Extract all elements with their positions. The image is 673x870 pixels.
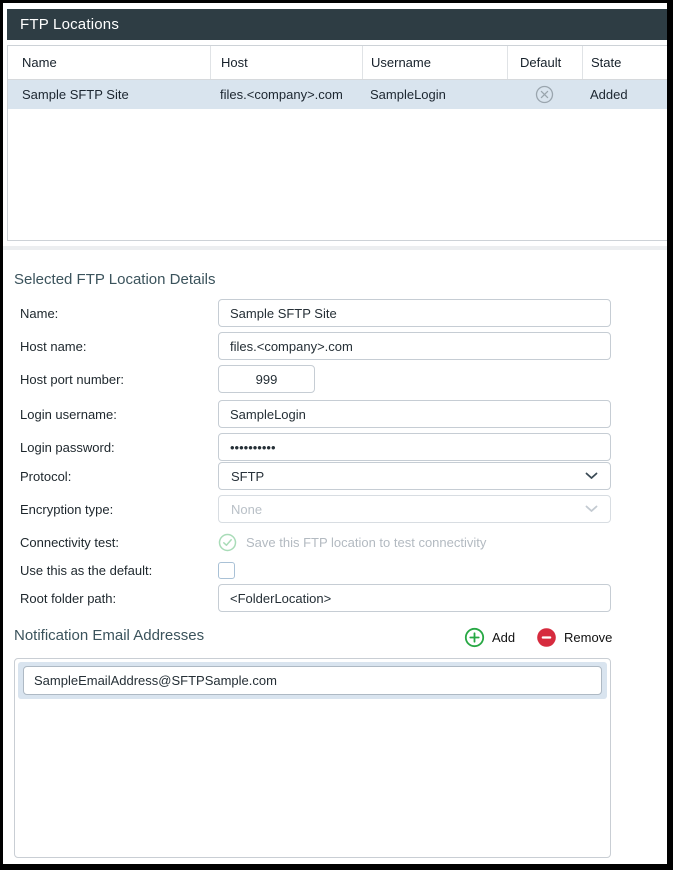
host-port-label: Host port number: (3, 372, 218, 387)
row-cell-host: files.<company>.com (210, 80, 362, 109)
host-name-input[interactable] (218, 332, 611, 360)
port-field-row: Host port number: (3, 365, 667, 393)
row-cell-default (507, 80, 582, 109)
column-header-state: State (582, 46, 667, 79)
column-header-name: Name (8, 46, 210, 79)
add-email-button[interactable]: Add (464, 626, 515, 648)
ftp-locations-table: Name Host Username Default State Sample … (7, 45, 667, 241)
add-button-label: Add (492, 630, 515, 645)
column-header-default: Default (507, 46, 582, 79)
circle-x-icon (535, 85, 554, 104)
encryption-selected-value: None (231, 502, 262, 517)
use-default-checkbox[interactable] (218, 562, 235, 579)
row-cell-name: Sample SFTP Site (8, 80, 210, 109)
ftp-locations-window: FTP Locations Name Host Username Default… (0, 0, 673, 870)
protocol-label: Protocol: (3, 469, 218, 484)
root-folder-input[interactable] (218, 584, 611, 612)
protocol-select[interactable]: SFTP (218, 462, 611, 490)
default-field-row: Use this as the default: (3, 556, 667, 584)
remove-button-label: Remove (564, 630, 612, 645)
minus-circle-icon (536, 627, 557, 648)
name-label: Name: (3, 306, 218, 321)
email-list-item-selected[interactable] (18, 662, 607, 699)
chevron-down-icon (585, 505, 598, 513)
table-row[interactable]: Sample SFTP Site files.<company>.com Sam… (8, 80, 667, 109)
plus-circle-icon (464, 627, 485, 648)
name-input[interactable] (218, 299, 611, 327)
table-header-row: Name Host Username Default State (8, 46, 667, 80)
connectivity-hint-text: Save this FTP location to test connectiv… (246, 535, 486, 550)
window-title: FTP Locations (7, 9, 667, 40)
password-field-row: Login password: (3, 433, 667, 461)
login-password-input[interactable] (218, 433, 611, 461)
encryption-type-label: Encryption type: (3, 502, 218, 517)
remove-email-button[interactable]: Remove (536, 626, 612, 648)
row-cell-state: Added (582, 80, 667, 109)
column-header-host: Host (210, 46, 362, 79)
username-field-row: Login username: (3, 400, 667, 428)
host-field-row: Host name: (3, 332, 667, 360)
connectivity-hint: Save this FTP location to test connectiv… (218, 533, 486, 552)
connectivity-test-label: Connectivity test: (3, 535, 218, 550)
column-header-username: Username (362, 46, 507, 79)
chevron-down-icon (585, 472, 598, 480)
login-username-input[interactable] (218, 400, 611, 428)
row-cell-username: SampleLogin (362, 80, 507, 109)
protocol-selected-value: SFTP (231, 469, 264, 484)
root-folder-label: Root folder path: (3, 591, 218, 606)
name-field-row: Name: (3, 299, 667, 327)
encryption-field-row: Encryption type: None (3, 495, 667, 523)
login-password-label: Login password: (3, 440, 218, 455)
email-address-list[interactable] (14, 658, 611, 858)
details-section-title: Selected FTP Location Details (14, 271, 216, 288)
use-default-label: Use this as the default: (3, 563, 218, 578)
encryption-type-select: None (218, 495, 611, 523)
check-circle-icon (218, 533, 237, 552)
host-port-input[interactable] (218, 365, 315, 393)
email-address-input[interactable] (23, 666, 602, 695)
section-divider (3, 246, 667, 250)
connectivity-field-row: Connectivity test: Save this FTP locatio… (3, 528, 667, 556)
root-folder-field-row: Root folder path: (3, 584, 667, 612)
host-name-label: Host name: (3, 339, 218, 354)
notifications-section-title: Notification Email Addresses (14, 627, 204, 644)
login-username-label: Login username: (3, 407, 218, 422)
protocol-field-row: Protocol: SFTP (3, 462, 667, 490)
